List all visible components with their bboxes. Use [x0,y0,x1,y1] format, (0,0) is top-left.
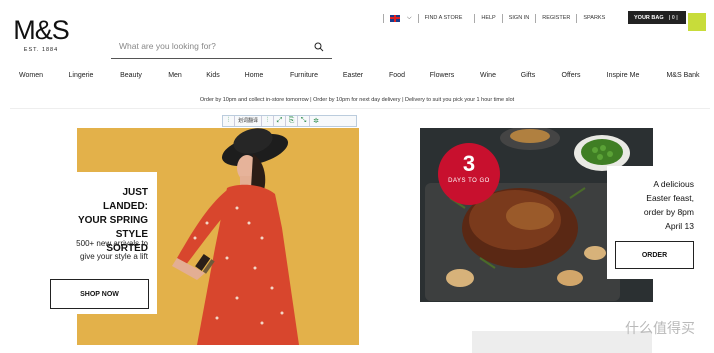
nav-item-lingerie[interactable]: Lingerie [69,72,94,79]
nav-item-women[interactable]: Women [19,72,43,79]
uk-flag-icon[interactable] [390,14,400,22]
delivery-promo-strip[interactable]: Order by 10pm and collect in-store tomor… [0,97,714,103]
search-input[interactable] [119,41,304,51]
nav-item-offers[interactable]: Offers [562,72,581,79]
nav-item-wine[interactable]: Wine [480,72,496,79]
utility-divider [417,13,419,23]
find-store-link[interactable]: FIND A STORE [425,15,463,21]
utility-divider [501,13,503,23]
chevron-down-icon[interactable]: ⌵ [407,15,412,22]
main-nav: Women Lingerie Beauty Men Kids Home Furn… [0,72,714,86]
food-description-line: April 13 [665,221,694,231]
shopping-bag-icon[interactable] [686,11,708,33]
pin-icon[interactable]: ⫶ [223,116,235,126]
hero-subtitle: 500+ new arrivals to give your style a l… [76,237,148,263]
utility-divider [535,13,537,23]
nav-item-men[interactable]: Men [168,72,182,79]
search-icon[interactable] [314,42,324,52]
shop-now-button[interactable]: SHOP NOW [50,279,149,309]
countdown-number: 3 [462,151,476,176]
utility-divider [474,13,476,23]
nav-item-ms-bank[interactable]: M&S Bank [666,72,699,79]
food-description-line: order by 8pm [643,207,694,217]
brand-logo[interactable]: M&S EST. 1884 [9,15,73,54]
header-divider [10,108,710,109]
watermark: 什么值得买 [625,321,695,337]
settings-icon[interactable]: ✲ [310,116,322,126]
nav-item-flowers[interactable]: Flowers [430,72,455,79]
order-button[interactable]: ORDER [615,241,694,269]
translator-label[interactable]: 划词翻译 [235,116,263,126]
logo-est: EST. 1884 [23,47,59,53]
search-bar[interactable] [111,37,332,59]
food-description: A delicious Easter feast, order by 8pm A… [607,177,694,233]
help-link[interactable]: HELP [481,15,495,21]
bag-count: | 0 | [668,14,678,21]
hero-subtitle-line: give your style a lift [79,252,148,261]
food-description-line: Easter feast, [646,193,694,203]
nav-item-furniture[interactable]: Furniture [290,72,318,79]
logo-wordmark: M&S [13,15,70,45]
sparks-link[interactable]: SPARKS [583,15,605,21]
utility-divider [576,13,578,23]
resize-icon[interactable]: ⤡ [298,116,311,126]
nav-item-beauty[interactable]: Beauty [120,72,142,79]
nav-item-gifts[interactable]: Gifts [521,72,535,79]
countdown-badge: 3 DAYS TO GO [438,143,500,205]
countdown-label: DAYS TO GO [448,178,490,184]
pin-icon[interactable]: ⫶ [262,116,275,126]
food-description-line: A delicious [653,179,694,189]
bag-label: YOUR BAG [634,14,664,21]
utility-bar: ⌵ FIND A STORE HELP SIGN IN REGISTER SPA… [377,11,605,25]
sign-in-link[interactable]: SIGN IN [509,15,529,21]
expand-icon[interactable]: ⤢ [274,116,287,126]
nav-item-kids[interactable]: Kids [206,72,220,79]
your-bag-button[interactable]: YOUR BAG | 0 | [628,11,686,24]
hero-heading-line: JUST LANDED: [103,187,148,212]
utility-divider [383,13,384,23]
nav-item-inspire-me[interactable]: Inspire Me [607,72,640,79]
nav-item-easter[interactable]: Easter [343,72,363,79]
nav-item-home[interactable]: Home [245,72,264,79]
copy-icon[interactable]: ⎘ [286,116,299,126]
translator-toolbar: ⫶ 划词翻译 ⫶ ⤢ ⎘ ⤡ ✲ [222,115,357,127]
register-link[interactable]: REGISTER [542,15,570,21]
hero-heading-line: YOUR SPRING [77,215,148,226]
hero-subtitle-line: 500+ new arrivals to [76,239,148,248]
nav-item-food[interactable]: Food [389,72,405,79]
